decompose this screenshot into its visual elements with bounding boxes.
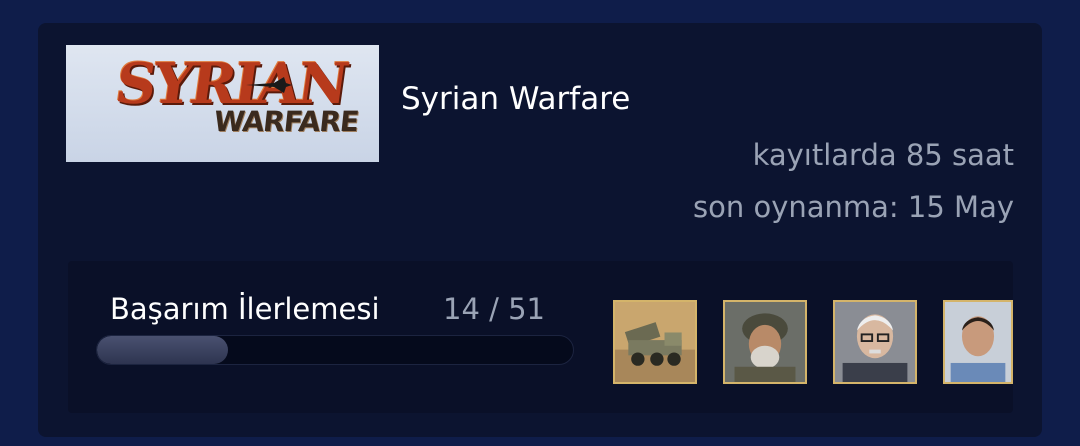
last-played-text: son oynanma: 15 May bbox=[693, 190, 1014, 224]
game-capsule-image[interactable]: SYRIAN WARFARE bbox=[66, 45, 379, 162]
playtime-text: kayıtlarda 85 saat bbox=[752, 138, 1014, 172]
soldier-portrait-icon[interactable] bbox=[723, 300, 807, 384]
achievement-count: 14 / 51 bbox=[443, 292, 546, 326]
achievement-progress-fill bbox=[97, 336, 228, 364]
jet-icon bbox=[246, 77, 292, 93]
game-title[interactable]: Syrian Warfare bbox=[401, 81, 630, 117]
rocket-launcher-truck-icon[interactable] bbox=[613, 300, 697, 384]
achievement-progress-panel[interactable]: Başarım İlerlemesi 14 / 51 bbox=[68, 261, 1013, 413]
capsule-logo-bottom: WARFARE bbox=[212, 105, 360, 138]
achievement-progress-label: Başarım İlerlemesi bbox=[110, 292, 380, 326]
game-card: SYRIAN WARFARE Syrian Warfare kayıtlarda… bbox=[38, 23, 1042, 437]
man-portrait-icon[interactable] bbox=[943, 300, 1013, 384]
elderly-man-portrait-icon[interactable] bbox=[833, 300, 917, 384]
achievement-progress-bar bbox=[96, 335, 574, 365]
